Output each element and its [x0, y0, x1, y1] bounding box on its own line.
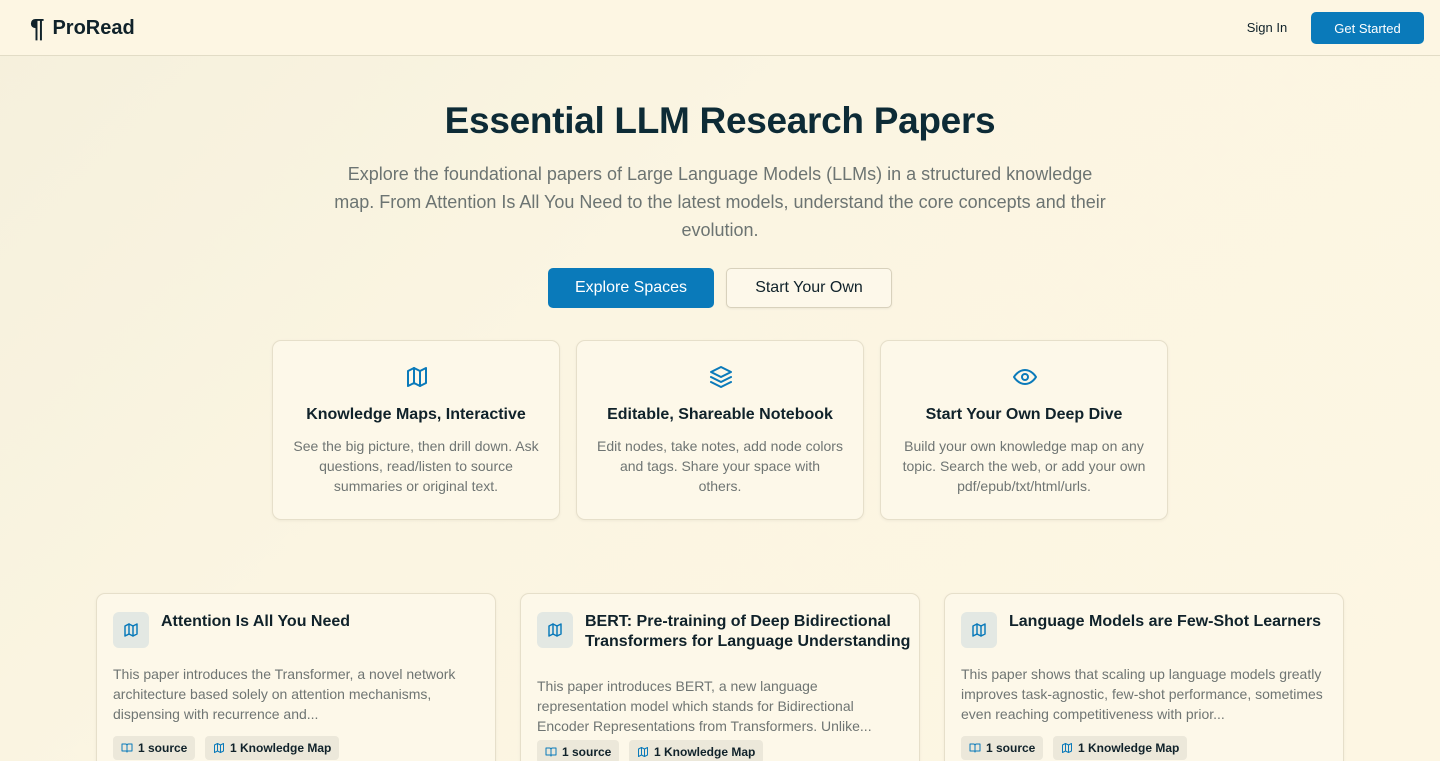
- paper-description: This paper introduces the Transformer, a…: [113, 666, 456, 722]
- hero-subtitle: Explore the foundational papers of Large…: [334, 164, 1106, 240]
- brand-logo[interactable]: ¶ ProRead: [30, 14, 135, 42]
- paper-card-attention[interactable]: Attention Is All You Need This paper int…: [96, 593, 496, 761]
- feature-card-deep-dive: Start Your Own Deep Dive Build your own …: [880, 340, 1168, 520]
- book-icon: [121, 743, 133, 753]
- map-icon: [214, 743, 224, 753]
- source-count-badge: 1 source: [537, 740, 620, 761]
- sign-in-button[interactable]: Sign In: [1232, 16, 1302, 40]
- paper-description: This paper introduces BERT, a new langua…: [537, 678, 872, 734]
- source-count: 1 source: [986, 741, 1036, 755]
- paper-card-gpt3[interactable]: Language Models are Few-Shot Learners Th…: [944, 593, 1344, 761]
- top-nav-bar: ¶ ProRead Sign In Get Started: [0, 0, 1440, 56]
- map-icon: [1062, 743, 1072, 753]
- feature-card-notebook: Editable, Shareable Notebook Edit nodes,…: [576, 340, 864, 520]
- paper-card-bert[interactable]: BERT: Pre-training of Deep Bidirectional…: [520, 593, 920, 761]
- map-icon: [548, 623, 562, 637]
- knowledge-map-badge: 1 Knowledge Map: [205, 736, 340, 760]
- source-count: 1 source: [138, 741, 188, 755]
- map-icon: [407, 367, 427, 387]
- knowledge-map-count: 1 Knowledge Map: [230, 741, 332, 755]
- paper-title: Language Models are Few-Shot Learners: [1009, 613, 1322, 630]
- book-icon: [545, 747, 557, 757]
- source-count-badge: 1 source: [961, 736, 1044, 760]
- knowledge-map-badge: 1 Knowledge Map: [629, 740, 764, 761]
- source-count-badge: 1 source: [113, 736, 196, 760]
- feature-description: See the big picture, then drill down. As…: [293, 438, 539, 494]
- map-icon: [638, 747, 648, 757]
- start-your-own-button[interactable]: Start Your Own: [726, 268, 892, 308]
- pilcrow-icon: ¶: [30, 13, 45, 43]
- book-icon: [969, 743, 981, 753]
- knowledge-map-count: 1 Knowledge Map: [654, 745, 756, 759]
- eye-icon: [1013, 369, 1037, 385]
- explore-spaces-button[interactable]: Explore Spaces: [548, 268, 714, 308]
- brand-name: ProRead: [52, 16, 135, 39]
- knowledge-map-count: 1 Knowledge Map: [1078, 741, 1180, 755]
- feature-description: Edit nodes, take notes, add node colors …: [597, 438, 843, 494]
- feature-title: Knowledge Maps, Interactive: [306, 406, 526, 423]
- paper-title: BERT: Pre-training of Deep Bidirectional…: [585, 613, 911, 650]
- source-count: 1 source: [562, 745, 612, 759]
- paper-description: This paper shows that scaling up languag…: [961, 666, 1323, 722]
- feature-card-knowledge-maps: Knowledge Maps, Interactive See the big …: [272, 340, 560, 520]
- feature-title: Editable, Shareable Notebook: [607, 406, 833, 423]
- feature-title: Start Your Own Deep Dive: [925, 406, 1123, 423]
- layers-icon: [710, 366, 732, 388]
- page-title: Essential LLM Research Papers: [444, 100, 996, 141]
- paper-title: Attention Is All You Need: [161, 613, 351, 630]
- feature-description: Build your own knowledge map on any topi…: [902, 438, 1146, 494]
- map-icon: [972, 623, 986, 637]
- get-started-button[interactable]: Get Started: [1311, 12, 1424, 44]
- map-icon: [124, 623, 138, 637]
- knowledge-map-badge: 1 Knowledge Map: [1053, 736, 1188, 760]
